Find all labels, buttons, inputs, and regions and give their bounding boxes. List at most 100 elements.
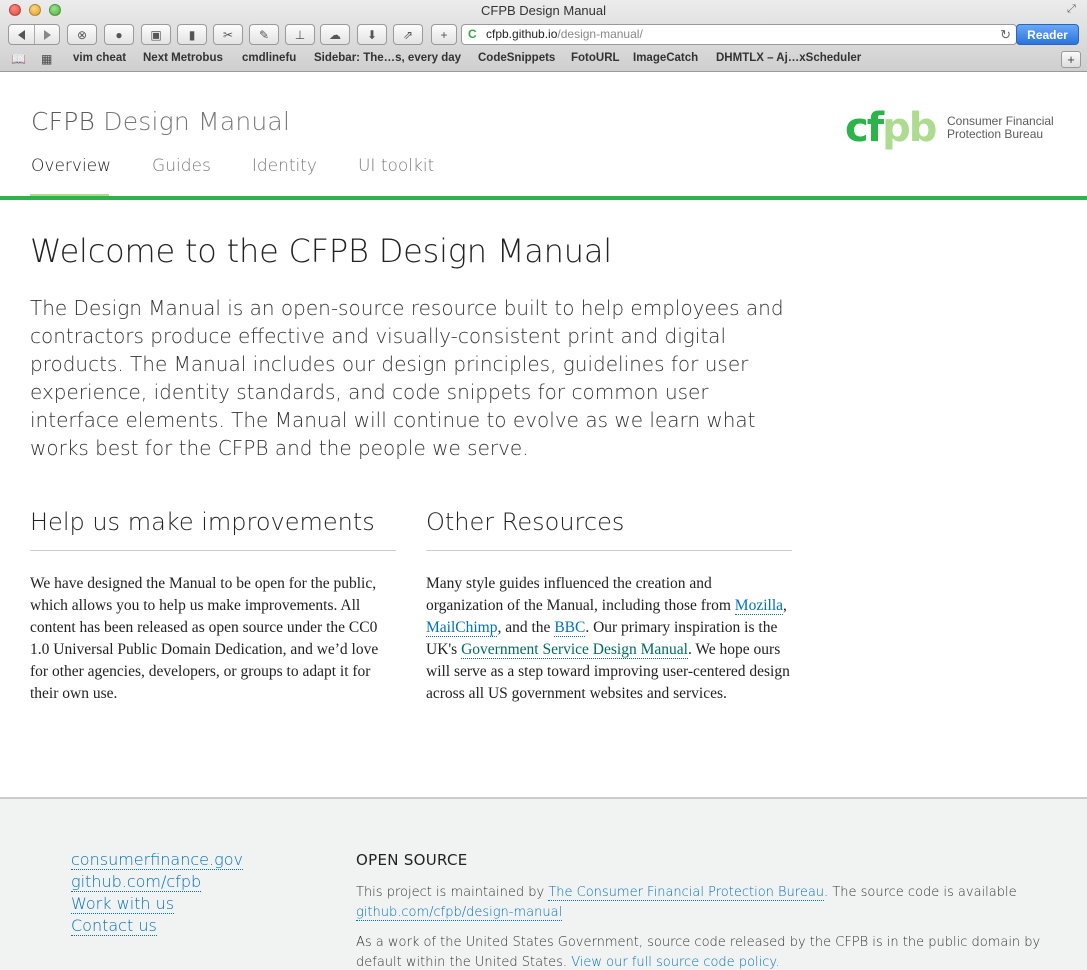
gov-service-design-link[interactable]: Government Service Design Manual bbox=[461, 641, 688, 659]
header-divider bbox=[0, 196, 1087, 200]
footer-link-github[interactable]: github.com/cfpb bbox=[71, 871, 243, 893]
open-source-paragraph-2: As a work of the United States Governmen… bbox=[356, 933, 1046, 970]
source-code-policy-link[interactable]: View our full source code policy. bbox=[571, 955, 780, 970]
site-favicon-icon: C bbox=[468, 27, 477, 41]
fullscreen-icon[interactable]: ⤢ bbox=[1067, 3, 1079, 15]
cloud-icon: ☁ bbox=[329, 27, 341, 42]
extension-button-3[interactable]: ✎ bbox=[249, 24, 279, 45]
new-tab-button[interactable]: + bbox=[431, 24, 457, 45]
nav-tab-identity[interactable]: Identity bbox=[252, 156, 317, 176]
forward-button[interactable] bbox=[34, 25, 59, 44]
bbc-link[interactable]: BBC bbox=[554, 619, 586, 637]
mozilla-link[interactable]: Mozilla bbox=[734, 597, 784, 615]
site-footer: consumerfinance.gov github.com/cfpb Work… bbox=[0, 797, 1087, 970]
lead-paragraph: The Design Manual is an open-source reso… bbox=[30, 296, 784, 460]
site-title-brand: CFPB bbox=[31, 107, 96, 136]
bookmark-item[interactable]: CodeSnippets bbox=[478, 52, 555, 64]
download-button[interactable]: ⬇ bbox=[357, 24, 387, 45]
sidebar-button[interactable]: ▣ bbox=[141, 24, 171, 45]
footer-link-contact-us[interactable]: Contact us bbox=[71, 915, 243, 937]
footer-link-label: consumerfinance.gov bbox=[71, 850, 243, 870]
resources-text: , bbox=[783, 597, 787, 614]
open-source-heading: OPEN SOURCE bbox=[356, 851, 468, 869]
pen-icon: ✎ bbox=[258, 27, 270, 42]
sidebar-icon: ▣ bbox=[150, 27, 162, 42]
design-manual-repo-link[interactable]: github.com/cfpb/design-manual bbox=[356, 905, 563, 921]
top-sites-grid-icon[interactable]: ▦ bbox=[41, 52, 52, 66]
browser-toolbar: ⊗ ● ▣ ▮ ✂ ✎ ⊥ ☁ ⬇ ⇗ + C cfpb.github.io/d… bbox=[0, 23, 1087, 48]
bookmarks-bar: 📖 ▦ vim cheat Next Metrobus cmdlinefu Si… bbox=[0, 50, 1087, 70]
logo-mark-pb: pb bbox=[882, 105, 937, 151]
download-icon: ⬇ bbox=[366, 27, 378, 42]
stop-button[interactable]: ⊗ bbox=[67, 24, 97, 45]
back-forward-group bbox=[8, 24, 60, 45]
bookmark-item[interactable]: cmdlinefu bbox=[242, 52, 296, 64]
cfpb-link[interactable]: The Consumer Financial Protection Bureau bbox=[548, 885, 825, 901]
bookmark-button[interactable]: ▮ bbox=[177, 24, 207, 45]
site-header: CFPB Design Manual Overview Guides Ident… bbox=[0, 73, 1087, 201]
browser-chrome: CFPB Design Manual ⤢ ⊗ ● ▣ ▮ ✂ ✎ ⊥ ☁ ⬇ ⇗… bbox=[0, 0, 1087, 72]
main-nav: Overview Guides Identity UI toolkit bbox=[31, 156, 475, 176]
url-host: cfpb.github.io bbox=[486, 27, 558, 41]
logo-text: Consumer Financial Protection Bureau bbox=[947, 115, 1054, 141]
window-title: CFPB Design Manual bbox=[481, 3, 606, 18]
stop-icon: ⊗ bbox=[76, 27, 88, 42]
nav-tab-ui-toolkit[interactable]: UI toolkit bbox=[358, 156, 434, 176]
plus-icon: + bbox=[440, 27, 448, 42]
circle-icon: ● bbox=[115, 27, 123, 42]
resources-section: Other Resources Many style guides influe… bbox=[426, 505, 792, 705]
resources-text: , and the bbox=[497, 619, 555, 636]
title-bar: CFPB Design Manual ⤢ bbox=[0, 0, 1087, 22]
extension-button-2[interactable]: ✂ bbox=[213, 24, 243, 45]
os-text: . The source code is available bbox=[824, 885, 1017, 900]
bookmark-item[interactable]: vim cheat bbox=[73, 52, 126, 64]
os-text: This project is maintained by bbox=[356, 885, 549, 900]
mailchimp-link[interactable]: MailChimp bbox=[426, 619, 498, 637]
improvements-body: We have designed the Manual to be open f… bbox=[30, 575, 379, 702]
extension-button-1[interactable]: ● bbox=[104, 24, 134, 45]
add-bookmark-button[interactable]: + bbox=[1061, 51, 1081, 68]
nav-tab-guides[interactable]: Guides bbox=[152, 156, 211, 176]
reading-list-icon[interactable]: 📖 bbox=[11, 52, 26, 66]
footer-link-label: github.com/cfpb bbox=[71, 872, 202, 892]
reload-icon[interactable]: ↻ bbox=[1000, 25, 1011, 44]
footer-links: consumerfinance.gov github.com/cfpb Work… bbox=[71, 849, 243, 937]
main-content: Welcome to the CFPB Design Manual The De… bbox=[30, 232, 800, 462]
back-button[interactable] bbox=[9, 25, 34, 44]
url-path: /design-manual/ bbox=[557, 27, 643, 41]
footer-link-consumerfinance[interactable]: consumerfinance.gov bbox=[71, 849, 243, 871]
improvements-section: Help us make improvements We have design… bbox=[30, 505, 396, 705]
footer-link-label: Contact us bbox=[71, 916, 157, 936]
resources-body: Many style guides influenced the creatio… bbox=[426, 573, 792, 705]
site-title[interactable]: CFPB Design Manual bbox=[31, 107, 290, 136]
bookmark-item[interactable]: Next Metrobus bbox=[143, 52, 223, 64]
page-title: Welcome to the CFPB Design Manual bbox=[30, 232, 612, 270]
cloud-button[interactable]: ☁ bbox=[320, 24, 350, 45]
forward-arrow-icon bbox=[43, 29, 51, 40]
back-arrow-icon bbox=[18, 29, 25, 40]
improvements-heading: Help us make improvements bbox=[30, 505, 396, 551]
open-source-section: OPEN SOURCE This project is maintained b… bbox=[356, 851, 1046, 970]
bookmark-icon: ▮ bbox=[188, 27, 196, 42]
resources-text: Many style guides influenced the creatio… bbox=[426, 575, 735, 614]
tool-icon: ✂ bbox=[222, 27, 234, 42]
cfpb-logo[interactable]: cfpb Consumer Financial Protection Burea… bbox=[845, 108, 1065, 152]
bookmark-item[interactable]: DHMTLX – Aj…xScheduler bbox=[716, 52, 861, 64]
logo-text-line2: Protection Bureau bbox=[947, 127, 1044, 141]
reader-button[interactable]: Reader bbox=[1016, 24, 1079, 45]
bookmark-item[interactable]: Sidebar: The…s, every day bbox=[314, 52, 461, 64]
footer-link-work-with-us[interactable]: Work with us bbox=[71, 893, 243, 915]
nav-tab-overview[interactable]: Overview bbox=[31, 156, 111, 176]
pin-button[interactable]: ⊥ bbox=[285, 24, 315, 45]
cfpb-logo-mark: cfpb bbox=[845, 105, 937, 151]
open-source-paragraph-1: This project is maintained by The Consum… bbox=[356, 883, 1046, 923]
address-bar[interactable]: C cfpb.github.io/design-manual/ ↻ bbox=[461, 24, 1017, 45]
share-button[interactable]: ⇗ bbox=[393, 24, 423, 45]
pin-icon: ⊥ bbox=[294, 27, 306, 42]
site-title-text: Design Manual bbox=[103, 107, 291, 136]
resources-heading: Other Resources bbox=[426, 505, 792, 551]
footer-link-label: Work with us bbox=[71, 894, 175, 914]
bookmark-item[interactable]: ImageCatch bbox=[633, 52, 698, 64]
bookmark-item[interactable]: FotoURL bbox=[571, 52, 620, 64]
logo-mark-cf: cf bbox=[845, 105, 884, 151]
